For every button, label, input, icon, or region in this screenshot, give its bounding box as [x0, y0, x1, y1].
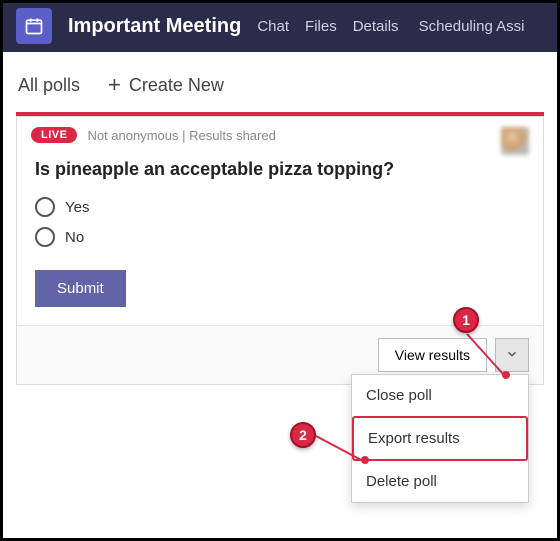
poll-header: LIVE Not anonymous | Results shared: [17, 117, 543, 149]
poll-option-yes[interactable]: Yes: [35, 192, 525, 222]
tab-chat[interactable]: Chat: [257, 18, 289, 35]
results-dropdown: Close poll Export results Delete poll: [351, 374, 529, 503]
plus-icon: +: [108, 72, 121, 98]
radio-icon: [35, 197, 55, 217]
poll-card: LIVE Not anonymous | Results shared Is p…: [16, 116, 544, 385]
calendar-icon: [16, 8, 52, 44]
all-polls-label: All polls: [18, 75, 80, 96]
poll-options: Yes No: [17, 192, 543, 266]
submit-button[interactable]: Submit: [35, 270, 126, 307]
tab-details[interactable]: Details: [353, 18, 399, 35]
annotation-dot-1: [502, 371, 510, 379]
annotation-dot-2: [361, 456, 369, 464]
avatar: [501, 127, 529, 155]
option-label: Yes: [65, 199, 89, 216]
poll-meta: Not anonymous | Results shared: [87, 128, 275, 143]
radio-icon: [35, 227, 55, 247]
poll-question: Is pineapple an acceptable pizza topping…: [17, 149, 543, 192]
create-new-label: Create New: [129, 75, 224, 96]
option-label: No: [65, 229, 84, 246]
results-dropdown-toggle[interactable]: [495, 338, 529, 372]
chevron-down-icon: [505, 347, 519, 364]
poll-subbar: All polls + Create New: [0, 52, 560, 112]
dropdown-export-results[interactable]: Export results: [352, 416, 528, 461]
topbar: Important Meeting Chat Files Details Sch…: [0, 0, 560, 52]
meeting-title: Important Meeting: [68, 15, 241, 38]
tab-scheduling[interactable]: Scheduling Assi: [419, 18, 525, 35]
live-badge: LIVE: [31, 127, 77, 143]
dropdown-close-poll[interactable]: Close poll: [352, 375, 528, 416]
dropdown-delete-poll[interactable]: Delete poll: [352, 461, 528, 502]
create-new-button[interactable]: + Create New: [108, 72, 224, 98]
annotation-2: 2: [290, 422, 316, 448]
poll-footer: View results Close poll Export results D…: [17, 325, 543, 384]
annotation-1: 1: [453, 307, 479, 333]
tab-files[interactable]: Files: [305, 18, 337, 35]
view-results-button[interactable]: View results: [378, 338, 487, 372]
poll-option-no[interactable]: No: [35, 222, 525, 252]
